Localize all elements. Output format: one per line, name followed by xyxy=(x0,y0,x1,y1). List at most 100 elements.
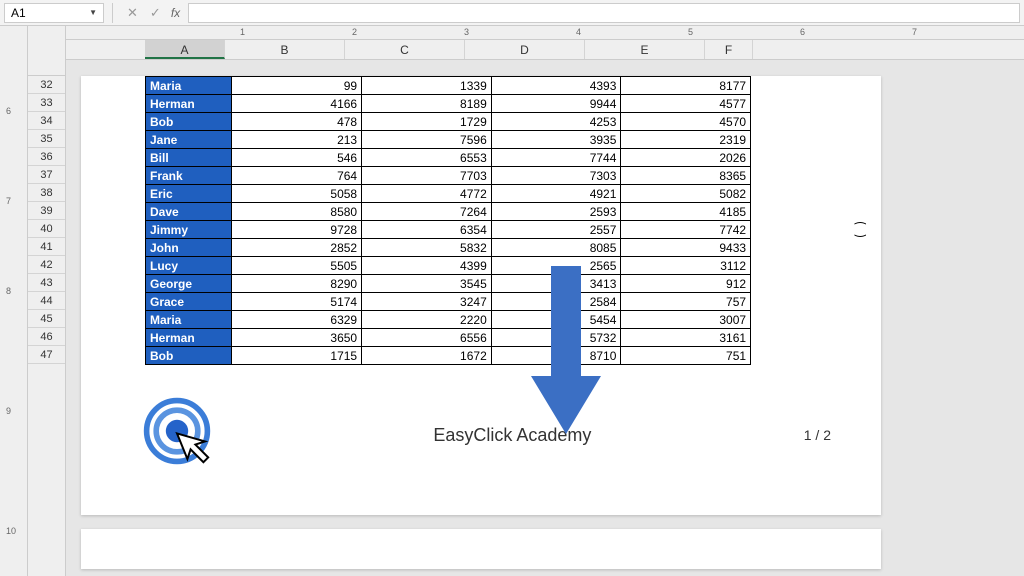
data-cell[interactable]: 2565 xyxy=(491,257,621,275)
data-cell[interactable]: 1715 xyxy=(232,347,362,365)
table-row[interactable]: Maria6329222054543007 xyxy=(146,311,803,329)
corner[interactable] xyxy=(28,26,65,76)
table-row[interactable]: Bob478172942534570 xyxy=(146,113,803,131)
page-1[interactable]: Maria99133943938177Herman416681899944457… xyxy=(81,76,881,515)
row-header[interactable]: 36 xyxy=(28,148,65,166)
data-cell[interactable]: 8189 xyxy=(362,95,492,113)
name-cell[interactable]: Maria xyxy=(146,77,232,95)
table-row[interactable]: Grace517432472584757 xyxy=(146,293,803,311)
data-cell[interactable]: 9728 xyxy=(232,221,362,239)
name-cell[interactable]: Maria xyxy=(146,311,232,329)
data-cell[interactable]: 6553 xyxy=(362,149,492,167)
data-cell[interactable]: 5732 xyxy=(491,329,621,347)
data-cell[interactable]: 4185 xyxy=(621,203,751,221)
data-cell[interactable]: 3112 xyxy=(621,257,751,275)
column-header[interactable]: E xyxy=(585,40,705,59)
data-cell[interactable]: 8580 xyxy=(232,203,362,221)
data-cell[interactable]: 764 xyxy=(232,167,362,185)
name-cell[interactable]: Bob xyxy=(146,347,232,365)
name-cell[interactable]: Eric xyxy=(146,185,232,203)
data-cell[interactable]: 5082 xyxy=(621,185,751,203)
data-cell[interactable]: 478 xyxy=(232,113,362,131)
data-cell[interactable]: 6354 xyxy=(362,221,492,239)
name-cell[interactable]: John xyxy=(146,239,232,257)
data-cell[interactable]: 4399 xyxy=(362,257,492,275)
name-cell[interactable]: Jane xyxy=(146,131,232,149)
data-cell[interactable]: 7596 xyxy=(362,131,492,149)
column-header[interactable]: F xyxy=(705,40,753,59)
data-cell[interactable]: 7703 xyxy=(362,167,492,185)
data-cell[interactable]: 5058 xyxy=(232,185,362,203)
data-cell[interactable]: 5505 xyxy=(232,257,362,275)
data-cell[interactable]: 8177 xyxy=(621,77,751,95)
table-row[interactable]: Lucy5505439925653112 xyxy=(146,257,803,275)
row-header[interactable]: 40 xyxy=(28,220,65,238)
data-cell[interactable]: 4570 xyxy=(621,113,751,131)
data-cell[interactable]: 7742 xyxy=(621,221,751,239)
data-cell[interactable]: 757 xyxy=(621,293,751,311)
name-cell[interactable]: Frank xyxy=(146,167,232,185)
data-cell[interactable]: 7303 xyxy=(491,167,621,185)
table-row[interactable]: Jimmy9728635425577742 xyxy=(146,221,803,239)
name-box[interactable]: A1 ▼ xyxy=(4,3,104,23)
data-cell[interactable]: 2852 xyxy=(232,239,362,257)
data-cell[interactable]: 5174 xyxy=(232,293,362,311)
row-header[interactable]: 38 xyxy=(28,184,65,202)
data-cell[interactable]: 3161 xyxy=(621,329,751,347)
row-header[interactable]: 37 xyxy=(28,166,65,184)
column-header[interactable]: A xyxy=(145,40,225,59)
column-header[interactable]: C xyxy=(345,40,465,59)
data-cell[interactable]: 8290 xyxy=(232,275,362,293)
table-row[interactable]: Bill546655377442026 xyxy=(146,149,803,167)
data-cell[interactable]: 1672 xyxy=(362,347,492,365)
row-header[interactable]: 33 xyxy=(28,94,65,112)
data-cell[interactable]: 1729 xyxy=(362,113,492,131)
row-header[interactable]: 44 xyxy=(28,292,65,310)
table-row[interactable]: Herman3650655657323161 xyxy=(146,329,803,347)
formula-input[interactable] xyxy=(188,3,1020,23)
table-row[interactable]: Jane213759639352319 xyxy=(146,131,803,149)
table-row[interactable]: Frank764770373038365 xyxy=(146,167,803,185)
data-cell[interactable]: 7264 xyxy=(362,203,492,221)
table-row[interactable]: Maria99133943938177 xyxy=(146,77,803,95)
data-cell[interactable]: 3650 xyxy=(232,329,362,347)
data-cell[interactable]: 213 xyxy=(232,131,362,149)
data-cell[interactable]: 2593 xyxy=(491,203,621,221)
column-header[interactable]: D xyxy=(465,40,585,59)
table-row[interactable]: Herman4166818999444577 xyxy=(146,95,803,113)
data-cell[interactable]: 4393 xyxy=(491,77,621,95)
data-cell[interactable]: 4166 xyxy=(232,95,362,113)
row-header[interactable]: 32 xyxy=(28,76,65,94)
row-header[interactable]: 46 xyxy=(28,328,65,346)
data-cell[interactable]: 7744 xyxy=(491,149,621,167)
name-cell[interactable]: Bill xyxy=(146,149,232,167)
data-cell[interactable]: 3413 xyxy=(491,275,621,293)
data-cell[interactable]: 9944 xyxy=(491,95,621,113)
data-cell[interactable]: 2584 xyxy=(491,293,621,311)
table-row[interactable]: Eric5058477249215082 xyxy=(146,185,803,203)
data-cell[interactable]: 6329 xyxy=(232,311,362,329)
name-cell[interactable]: Herman xyxy=(146,95,232,113)
name-cell[interactable]: Dave xyxy=(146,203,232,221)
table-row[interactable]: George829035453413912 xyxy=(146,275,803,293)
data-cell[interactable]: 1339 xyxy=(362,77,492,95)
data-cell[interactable]: 4577 xyxy=(621,95,751,113)
data-cell[interactable]: 4772 xyxy=(362,185,492,203)
data-cell[interactable]: 2220 xyxy=(362,311,492,329)
data-cell[interactable]: 8365 xyxy=(621,167,751,185)
row-header[interactable]: 35 xyxy=(28,130,65,148)
name-cell[interactable]: Jimmy xyxy=(146,221,232,239)
data-cell[interactable]: 546 xyxy=(232,149,362,167)
data-cell[interactable]: 3545 xyxy=(362,275,492,293)
table-row[interactable]: Bob171516728710751 xyxy=(146,347,803,365)
data-cell[interactable]: 5832 xyxy=(362,239,492,257)
row-header[interactable]: 42 xyxy=(28,256,65,274)
chevron-down-icon[interactable]: ▼ xyxy=(89,8,97,17)
data-cell[interactable]: 3007 xyxy=(621,311,751,329)
data-cell[interactable]: 2557 xyxy=(491,221,621,239)
data-cell[interactable]: 99 xyxy=(232,77,362,95)
row-header[interactable]: 41 xyxy=(28,238,65,256)
data-cell[interactable]: 4253 xyxy=(491,113,621,131)
data-cell[interactable]: 8085 xyxy=(491,239,621,257)
page-2[interactable] xyxy=(81,529,881,569)
